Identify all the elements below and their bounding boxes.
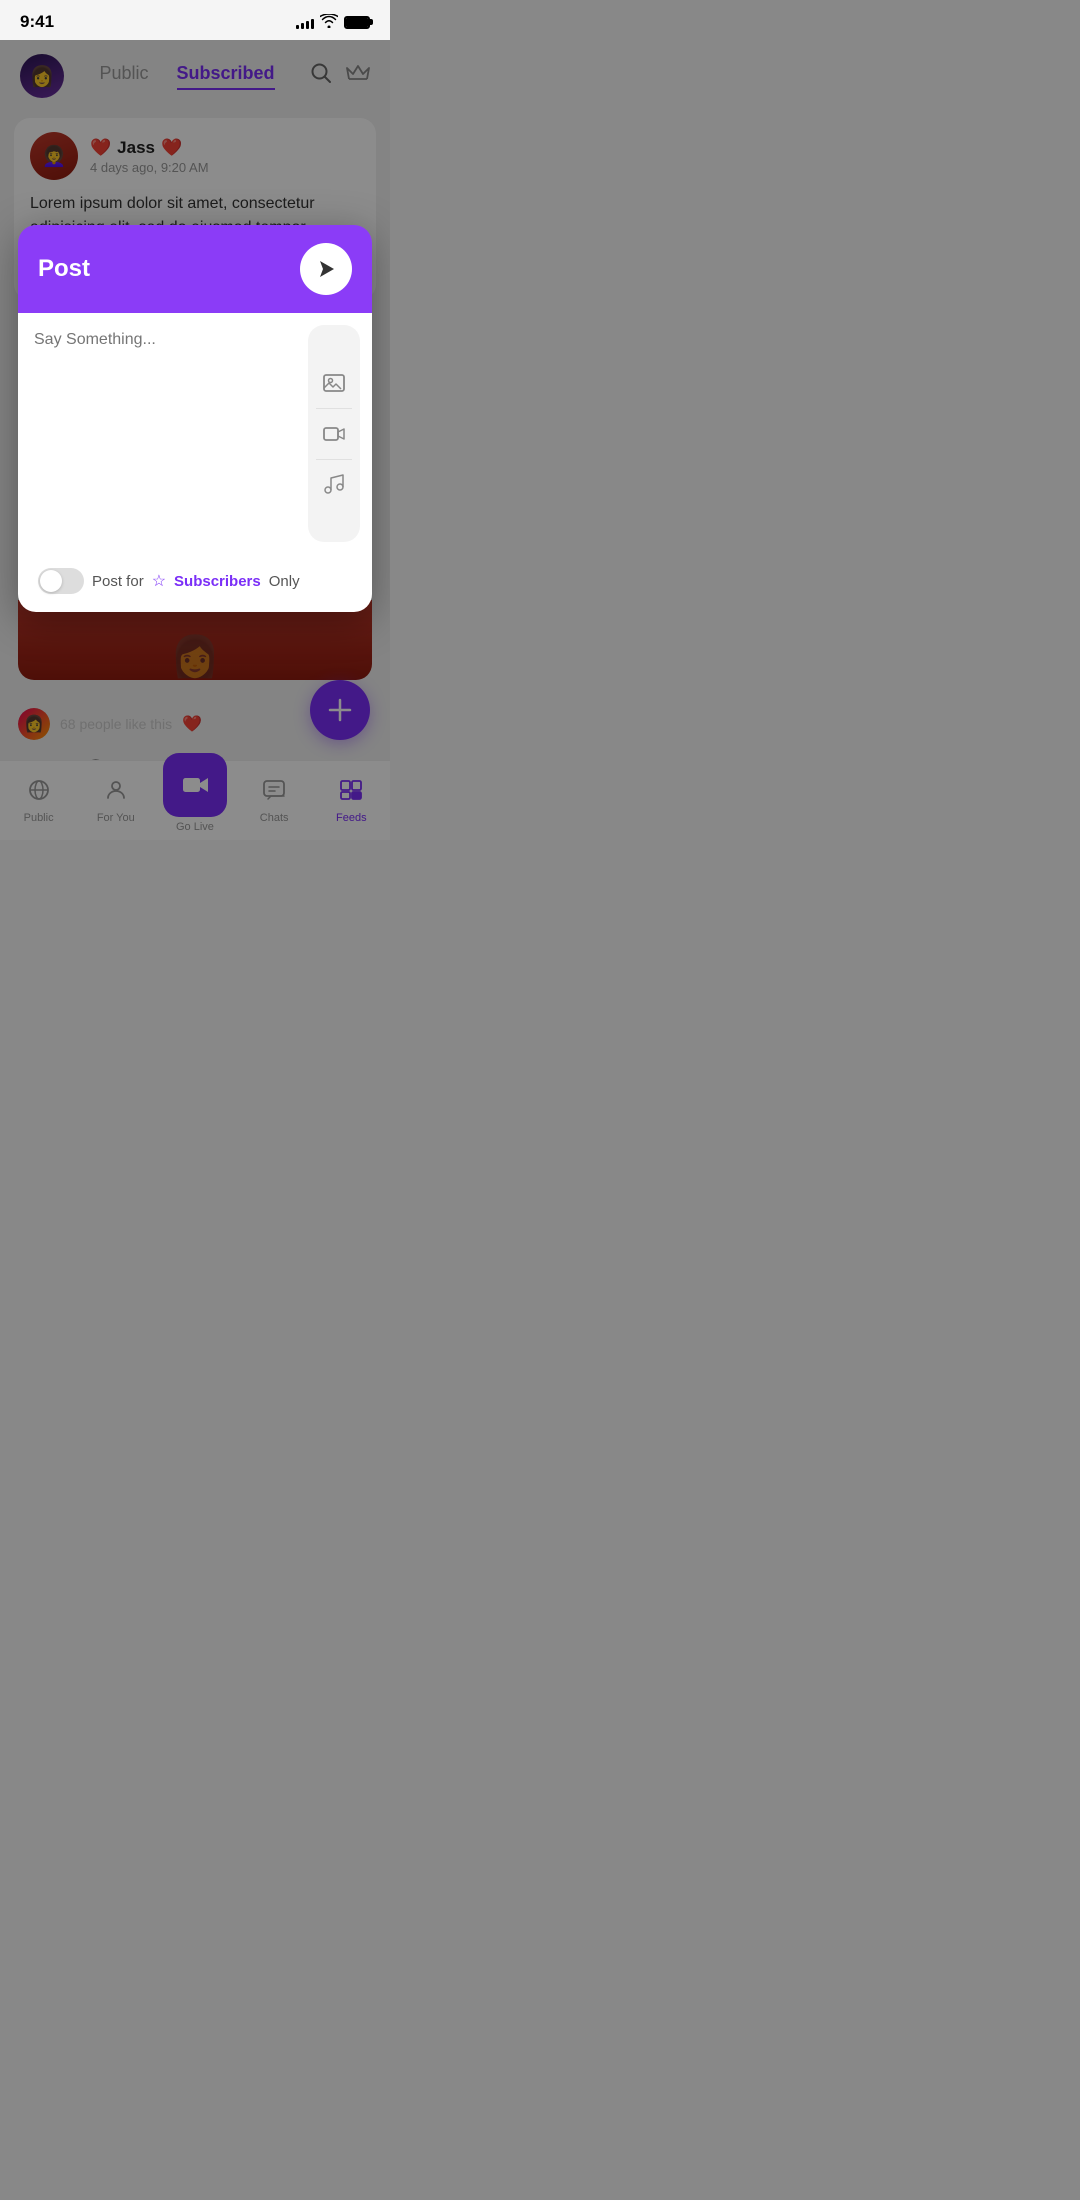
post-textarea[interactable] (34, 331, 292, 531)
status-bar: 9:41 (0, 0, 390, 40)
battery-icon (344, 16, 370, 29)
music-upload-button[interactable] (315, 466, 353, 504)
wifi-icon (320, 14, 338, 31)
post-text-area-wrap[interactable] (18, 313, 308, 554)
star-icon: ☆ (152, 571, 166, 591)
only-label: Only (269, 573, 300, 590)
media-buttons (308, 325, 360, 542)
app-background: 👩 Public Subscribed 👩‍🦱 (0, 40, 390, 840)
subscribers-label[interactable]: Subscribers (174, 573, 261, 590)
subscribers-toggle-wrap: Post for ☆ Subscribers Only (38, 568, 300, 594)
modal-footer: Post for ☆ Subscribers Only (18, 554, 372, 612)
video-upload-button[interactable] (315, 415, 353, 453)
send-button[interactable] (300, 243, 352, 295)
modal-header: Post (18, 225, 372, 313)
modal-title: Post (38, 255, 90, 283)
modal-body (18, 313, 372, 554)
image-upload-button[interactable] (315, 364, 353, 402)
subscribers-toggle[interactable] (38, 568, 84, 594)
signal-icon (296, 15, 314, 29)
status-icons (296, 14, 370, 31)
post-modal: Post (18, 225, 372, 612)
post-for-label: Post for (92, 573, 144, 590)
status-time: 9:41 (20, 12, 54, 32)
